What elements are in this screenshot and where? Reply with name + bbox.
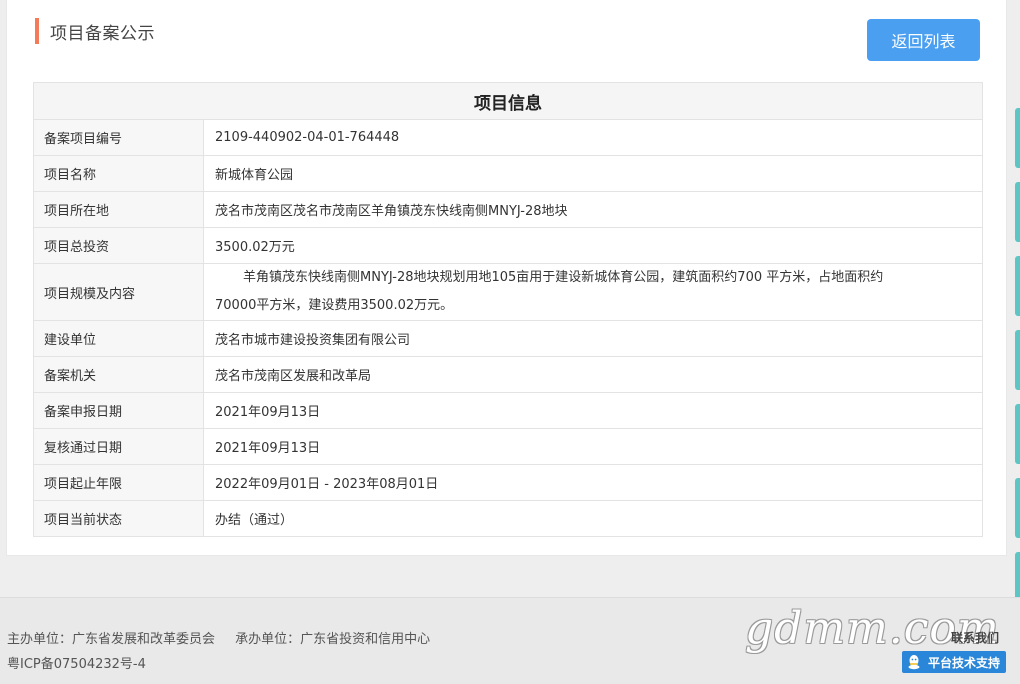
row-label: 备案申报日期 [33,392,204,429]
scale-content-line-1: 羊角镇茂东快线南侧MNYJ-28地块规划用地105亩用于建设新城体育公园，建筑面… [243,270,884,285]
page-title: 项目备案公示 [50,23,155,44]
table-row: 备案项目编号 2109-440902-04-01-764448 [33,119,983,156]
row-value: 茂名市城市建设投资集团有限公司 [203,320,983,357]
side-floating-tabs [1015,0,1020,684]
project-info-table: 项目信息 备案项目编号 2109-440902-04-01-764448 项目名… [33,82,983,537]
side-tab[interactable] [1015,478,1020,538]
table-row: 项目起止年限 2022年09月01日 - 2023年08月01日 [33,464,983,501]
row-value: 2021年09月13日 [203,392,983,429]
table-title: 项目信息 [33,82,983,120]
row-label: 复核通过日期 [33,428,204,465]
row-label: 项目总投资 [33,227,204,264]
row-value: 2021年09月13日 [203,428,983,465]
table-row: 复核通过日期 2021年09月13日 [33,428,983,465]
table-row: 项目规模及内容 羊角镇茂东快线南侧MNYJ-28地块规划用地105亩用于建设新城… [33,263,983,321]
footer-organizer: 承办单位：广东省投资和信用中心 [235,632,431,647]
side-tab[interactable] [1015,256,1020,316]
platform-support-label: 平台技术支持 [928,655,1001,670]
row-label: 备案机关 [33,356,204,393]
footer-sponsor: 主办单位：广东省发展和改革委员会 [7,632,216,647]
side-tab[interactable] [1015,404,1020,464]
side-tab[interactable] [1015,330,1020,390]
row-label: 备案项目编号 [33,119,204,156]
page-heading: 项目备案公示 [35,18,155,44]
table-row: 项目总投资 3500.02万元 [33,227,983,264]
platform-support-button[interactable]: 平台技术支持 [902,651,1006,673]
row-label: 项目起止年限 [33,464,204,501]
table-row: 项目名称 新城体育公园 [33,155,983,192]
row-value: 茂名市茂南区发展和改革局 [203,356,983,393]
footer-organizations: 主办单位：广东省发展和改革委员会 承办单位：广东省投资和信用中心 [7,628,430,647]
row-value: 2022年09月01日 - 2023年08月01日 [203,464,983,501]
table-row: 项目当前状态 办结（通过） [33,500,983,537]
row-label: 项目当前状态 [33,500,204,537]
row-label: 项目规模及内容 [33,263,204,321]
qq-icon [905,653,923,671]
row-value: 新城体育公园 [203,155,983,192]
row-value: 办结（通过） [203,500,983,537]
heading-accent-bar [35,18,39,44]
row-label: 项目所在地 [33,191,204,228]
row-value: 3500.02万元 [203,227,983,264]
table-row: 项目所在地 茂名市茂南区茂名市茂南区羊角镇茂东快线南侧MNYJ-28地块 [33,191,983,228]
side-tab[interactable] [1015,182,1020,242]
row-label: 建设单位 [33,320,204,357]
table-row: 备案机关 茂名市茂南区发展和改革局 [33,356,983,393]
site-footer: 主办单位：广东省发展和改革委员会 承办单位：广东省投资和信用中心 粤ICP备07… [0,597,1020,684]
side-tab[interactable] [1015,108,1020,168]
row-value: 羊角镇茂东快线南侧MNYJ-28地块规划用地105亩用于建设新城体育公园，建筑面… [203,263,983,321]
row-value: 茂名市茂南区茂名市茂南区羊角镇茂东快线南侧MNYJ-28地块 [203,191,983,228]
project-detail-panel: 项目备案公示 返回列表 项目信息 备案项目编号 2109-440902-04-0… [6,0,1007,556]
contact-us-link[interactable]: 联系我们 [951,629,999,646]
table-row: 建设单位 茂名市城市建设投资集团有限公司 [33,320,983,357]
back-to-list-button[interactable]: 返回列表 [867,19,980,61]
footer-icp[interactable]: 粤ICP备07504232号-4 [7,653,146,672]
row-label: 项目名称 [33,155,204,192]
row-value: 2109-440902-04-01-764448 [203,119,983,156]
table-row: 备案申报日期 2021年09月13日 [33,392,983,429]
scale-content-line-2: 70000平方米，建设费用3500.02万元。 [215,298,454,313]
